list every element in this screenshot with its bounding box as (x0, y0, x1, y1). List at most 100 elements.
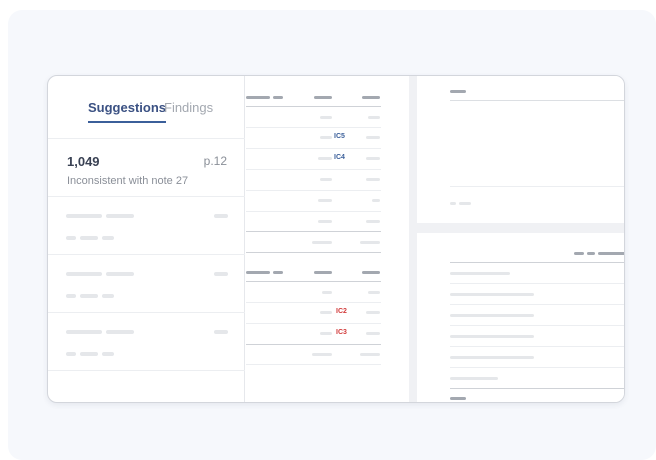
page-header-line (450, 90, 466, 93)
table-cell (372, 199, 380, 202)
page-separator (417, 223, 624, 233)
suggestion-card[interactable]: 1,049 p.12 Inconsistent with note 27 (48, 139, 245, 197)
page-text-line (450, 377, 498, 380)
page-header-line (587, 252, 595, 255)
table-total-line (246, 344, 381, 345)
tab-findings[interactable]: Findings (164, 100, 213, 121)
table-cell (320, 178, 332, 181)
table-header-line (362, 96, 380, 99)
placeholder-line (106, 214, 134, 218)
table-total-cell (312, 241, 332, 244)
table-header-line (273, 271, 283, 274)
table-row-line (246, 190, 381, 191)
page-divider (450, 100, 624, 101)
table-header-line (314, 271, 332, 274)
table-total-line (246, 231, 381, 232)
placeholder-line (66, 330, 102, 334)
placeholder-line (66, 294, 76, 298)
table-row-line (246, 302, 381, 303)
placeholder-line (106, 330, 134, 334)
page-row-line (450, 325, 624, 326)
document-page-bottom (417, 233, 624, 402)
placeholder-line (66, 236, 76, 240)
placeholder-line (66, 352, 76, 356)
inconsistency-marker[interactable]: IC2 (336, 308, 347, 315)
placeholder-line (214, 214, 228, 218)
document-page-top (417, 76, 624, 223)
review-window: Suggestions Findings 1,049 p.12 Inconsis… (47, 75, 625, 403)
table-divider (246, 281, 381, 282)
page-divider (450, 186, 624, 187)
table-cell (366, 311, 380, 314)
table-header-line (362, 271, 380, 274)
table-cell (366, 157, 380, 160)
table-header-line (273, 96, 283, 99)
suggestion-description: Inconsistent with note 27 (67, 175, 189, 187)
table-cell (366, 220, 380, 223)
table-header-line (314, 96, 332, 99)
placeholder-line (80, 294, 98, 298)
table-total-cell (312, 353, 332, 356)
suggestion-number: 1,049 (67, 154, 100, 169)
document-pages-view (417, 76, 624, 402)
page-text-line (450, 314, 534, 317)
suggestions-panel: Suggestions Findings 1,049 p.12 Inconsis… (48, 76, 245, 402)
table-row-line (246, 364, 381, 365)
suggestion-card-placeholder[interactable] (48, 313, 245, 371)
page-divider (450, 262, 624, 263)
page-text-line (450, 272, 510, 275)
table-cell (318, 157, 332, 160)
page-text-line (450, 356, 534, 359)
table-total-line (246, 252, 381, 253)
placeholder-line (102, 294, 114, 298)
placeholder-line (214, 272, 228, 276)
table-cell (320, 116, 332, 119)
table-header-line (246, 96, 270, 99)
table-cell (366, 136, 380, 139)
table-cell (318, 199, 332, 202)
page-footer-line (450, 397, 466, 400)
panel-gutter (409, 76, 417, 402)
table-cell (320, 136, 332, 139)
table-row-line (246, 169, 381, 170)
placeholder-line (102, 236, 114, 240)
table-cell (318, 220, 332, 223)
document-table-view: IC5 IC4 IC2 IC3 (246, 76, 409, 402)
page-header-line (574, 252, 584, 255)
suggestion-card-placeholder[interactable] (48, 255, 245, 313)
page-row-line (450, 367, 624, 368)
table-cell (366, 332, 380, 335)
suggestion-page: p.12 (203, 154, 227, 168)
table-row-line (246, 127, 381, 128)
table-total-cell (360, 241, 380, 244)
page-row-line (450, 346, 624, 347)
table-cell (322, 291, 332, 294)
placeholder-line (214, 330, 228, 334)
table-cell (368, 291, 380, 294)
suggestion-card-placeholder[interactable] (48, 197, 245, 255)
placeholder-line (106, 272, 134, 276)
table-header-line (246, 271, 270, 274)
inconsistency-marker[interactable]: IC3 (336, 329, 347, 336)
tab-suggestions[interactable]: Suggestions (88, 100, 167, 123)
placeholder-line (66, 272, 102, 276)
page-row-line (450, 304, 624, 305)
placeholder-line (102, 352, 114, 356)
placeholder-line (66, 214, 102, 218)
table-total-cell (360, 353, 380, 356)
table-cell (366, 178, 380, 181)
table-row-line (246, 211, 381, 212)
placeholder-line (80, 236, 98, 240)
table-divider (246, 106, 381, 107)
table-cell (320, 311, 332, 314)
page-text-line (450, 335, 534, 338)
page-text-line (459, 202, 471, 205)
page-header-line (598, 252, 624, 255)
table-row-line (246, 148, 381, 149)
page-text-line (450, 293, 534, 296)
inconsistency-marker[interactable]: IC5 (334, 133, 345, 140)
table-cell (368, 116, 380, 119)
page-text-line (450, 202, 456, 205)
page-row-line (450, 283, 624, 284)
inconsistency-marker[interactable]: IC4 (334, 154, 345, 161)
